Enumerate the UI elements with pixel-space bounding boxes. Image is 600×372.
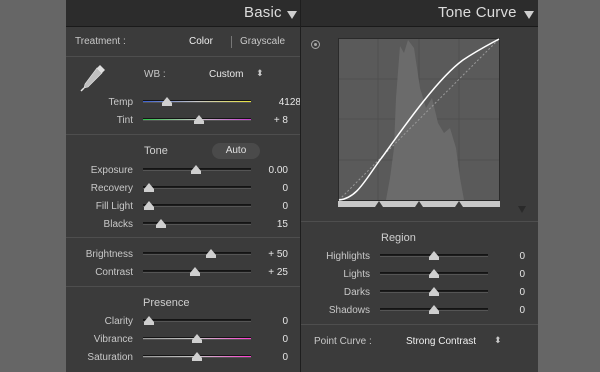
exposure-value[interactable]: 0.00	[251, 165, 288, 176]
recovery-slider-thumb[interactable]	[144, 183, 154, 192]
tone-curve-graph[interactable]	[338, 38, 500, 210]
point-curve-select[interactable]: Strong Contrast	[406, 336, 476, 347]
darks-value[interactable]: 0	[488, 287, 525, 298]
tone-curve-panel-title: Tone Curve	[438, 4, 517, 21]
divider	[66, 134, 300, 135]
exposure-label: Exposure	[90, 165, 133, 176]
wb-value[interactable]: Custom	[209, 69, 243, 80]
tint-slider-thumb[interactable]	[194, 115, 204, 124]
point-curve-label: Point Curve :	[314, 336, 372, 347]
brightness-slider-track[interactable]	[143, 252, 251, 255]
triangle-down-icon[interactable]	[287, 11, 297, 19]
darks-slider-thumb[interactable]	[429, 287, 439, 296]
tone-section-header: Tone	[144, 145, 168, 157]
fill-light-value[interactable]: 0	[251, 201, 288, 212]
shadows-value[interactable]: 0	[488, 305, 525, 316]
treatment-label: Treatment :	[75, 36, 126, 47]
vibrance-label: Vibrance	[93, 334, 133, 345]
fill-light-slider-track[interactable]	[143, 204, 251, 207]
blacks-slider-thumb[interactable]	[156, 219, 166, 228]
brightness-value[interactable]: + 50	[251, 249, 288, 260]
recovery-label: Recovery	[90, 183, 133, 194]
saturation-label: Saturation	[87, 352, 133, 363]
brightness-label: Brightness	[85, 249, 133, 260]
divider	[66, 237, 300, 238]
contrast-value[interactable]: + 25	[251, 267, 288, 278]
eyedropper-icon[interactable]	[78, 62, 108, 94]
clarity-label: Clarity	[104, 316, 133, 327]
shadows-slider-thumb[interactable]	[429, 305, 439, 314]
treatment-divider	[231, 36, 232, 48]
triangle-down-icon[interactable]	[524, 11, 534, 19]
auto-tone-button[interactable]: Auto	[212, 143, 260, 159]
tone-curve-panel-header[interactable]: Tone Curve	[301, 0, 538, 27]
basic-panel-header[interactable]: Basic	[66, 0, 300, 27]
tint-value[interactable]: + 8	[251, 115, 288, 126]
treatment-grayscale-option[interactable]: Grayscale	[240, 36, 285, 47]
highlights-value[interactable]: 0	[488, 251, 525, 262]
highlights-slider-thumb[interactable]	[429, 251, 439, 260]
treatment-color-option[interactable]: Color	[189, 36, 213, 47]
temp-label: Temp	[108, 97, 133, 108]
recovery-value[interactable]: 0	[251, 183, 288, 194]
wb-label: WB :	[144, 69, 166, 80]
vibrance-slider-thumb[interactable]	[192, 334, 202, 343]
lights-label: Lights	[343, 269, 370, 280]
vibrance-value[interactable]: 0	[251, 334, 288, 345]
clarity-slider-track[interactable]	[143, 319, 251, 322]
clarity-value[interactable]: 0	[251, 316, 288, 327]
up-down-stepper-icon[interactable]: ⬍	[494, 335, 502, 346]
divider	[301, 221, 538, 222]
darks-label: Darks	[343, 287, 370, 298]
exposure-slider-thumb[interactable]	[191, 165, 201, 174]
fill-light-slider-thumb[interactable]	[144, 201, 154, 210]
highlights-label: Highlights	[326, 251, 370, 262]
divider	[66, 286, 300, 287]
basic-panel-title: Basic	[244, 4, 282, 21]
target-adjust-icon[interactable]	[311, 40, 320, 49]
region-section-header: Region	[381, 232, 416, 244]
temp-slider-track[interactable]	[143, 100, 251, 103]
saturation-slider-thumb[interactable]	[192, 352, 202, 361]
lights-slider-thumb[interactable]	[429, 269, 439, 278]
lights-value[interactable]: 0	[488, 269, 525, 280]
contrast-slider-thumb[interactable]	[190, 267, 200, 276]
fill-light-label: Fill Light	[95, 201, 133, 212]
brightness-slider-thumb[interactable]	[206, 249, 216, 258]
recovery-slider-track[interactable]	[143, 186, 251, 189]
divider	[301, 324, 538, 325]
clarity-slider-thumb[interactable]	[144, 316, 154, 325]
blacks-value[interactable]: 15	[251, 219, 288, 230]
contrast-label: Contrast	[95, 267, 133, 278]
shadows-label: Shadows	[328, 305, 370, 316]
basic-panel: Basic Treatment : Color Grayscale WB : C…	[66, 0, 310, 372]
region-toggle-icon[interactable]	[518, 206, 526, 213]
temp-slider-thumb[interactable]	[162, 97, 172, 106]
blacks-label: Blacks	[103, 219, 133, 230]
temp-value[interactable]: 4128	[251, 97, 301, 108]
divider	[66, 56, 300, 57]
tint-label: Tint	[116, 115, 133, 126]
up-down-stepper-icon[interactable]: ⬍	[256, 68, 264, 79]
saturation-value[interactable]: 0	[251, 352, 288, 363]
presence-section-header: Presence	[143, 297, 190, 309]
